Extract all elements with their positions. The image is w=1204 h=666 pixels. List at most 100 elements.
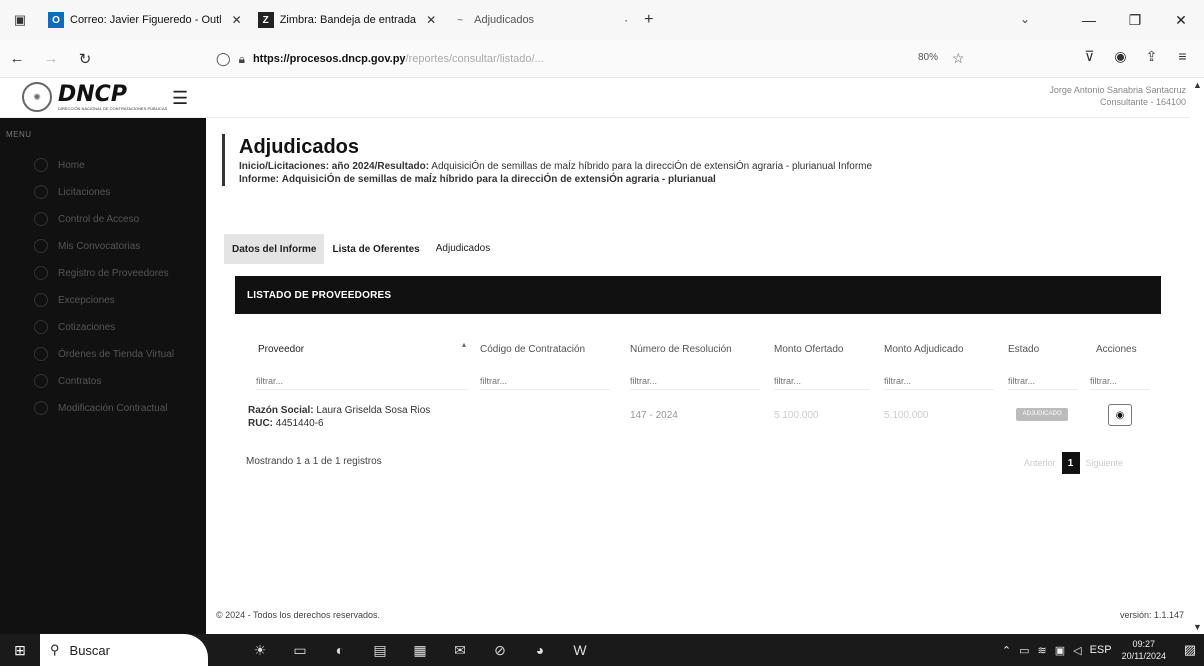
tab-list-icon[interactable]: ▣ bbox=[0, 12, 40, 28]
tab-adjudicados[interactable]: Adjudicados bbox=[427, 234, 499, 264]
bookmark-star-icon[interactable]: ☆ bbox=[952, 50, 965, 67]
back-icon[interactable]: ← bbox=[0, 50, 34, 67]
filter-proveedor[interactable] bbox=[256, 372, 468, 390]
pager-next[interactable]: Siguiente bbox=[1086, 458, 1124, 468]
mail-icon[interactable]: ✉ bbox=[440, 642, 480, 659]
browser-nav-bar: ← → ↻ ◯ 🔒︎ https://procesos.dncp.gov.py … bbox=[0, 40, 1204, 78]
col-codigo[interactable]: Código de Contratación bbox=[480, 344, 585, 355]
sidebar-item-ordenes[interactable]: Órdenes de Tienda Virtual bbox=[34, 347, 174, 361]
edge-icon[interactable]: ◐ bbox=[320, 642, 360, 658]
informe-label: Informe: bbox=[239, 174, 279, 185]
circle-icon bbox=[34, 185, 48, 199]
tab-zimbra[interactable]: Z Zimbra: Bandeja de entrada ✕ bbox=[250, 0, 444, 40]
sidebar-item-licitaciones[interactable]: Licitaciones bbox=[34, 185, 110, 199]
shield-icon: ◯ bbox=[216, 51, 231, 66]
url-bar[interactable]: ◯ 🔒︎ https://procesos.dncp.gov.py /repor… bbox=[216, 46, 976, 72]
sidebar-item-contratos[interactable]: Contratos bbox=[34, 374, 101, 388]
account-icon[interactable]: ◉ bbox=[1105, 48, 1136, 65]
sidebar-item-registro-proveedores[interactable]: Registro de Proveedores bbox=[34, 266, 169, 280]
filter-monto-ofertado[interactable] bbox=[774, 372, 870, 390]
filter-estado[interactable] bbox=[1008, 372, 1078, 390]
file-explorer-icon[interactable]: ▤ bbox=[360, 642, 400, 659]
restore-icon[interactable]: ❐ bbox=[1112, 12, 1158, 29]
col-estado[interactable]: Estado bbox=[1008, 344, 1039, 355]
breadcrumb-rest: AdquisiciÓn de semillas de maÍz híbrido … bbox=[431, 161, 873, 172]
battery-icon[interactable]: ▭ bbox=[1019, 644, 1029, 657]
footer-copyright: © 2024 - Todos los derechos reservados. bbox=[216, 610, 381, 620]
windows-start-icon[interactable]: ⊞ bbox=[0, 642, 40, 659]
tab-adjudicados[interactable]: ~ Adjudicados · bbox=[444, 0, 636, 40]
word-icon[interactable]: W bbox=[560, 642, 600, 658]
tab-outlook[interactable]: O Correo: Javier Figueredo - Outl ✕ bbox=[40, 0, 250, 40]
tab-dropdown-icon[interactable]: ⌄ bbox=[1020, 12, 1030, 26]
informe-line: Informe: AdquisiciÓn de semillas de maÍz… bbox=[239, 173, 872, 186]
chevron-up-icon[interactable]: ⌃ bbox=[1002, 644, 1011, 657]
store-icon[interactable]: ▦ bbox=[400, 642, 440, 659]
cell-monto-ofertado: 5.100.000 bbox=[774, 410, 819, 421]
sidebar-item-modificacion[interactable]: Modificación Contractual bbox=[34, 401, 168, 415]
ruc-label: RUC: bbox=[248, 418, 273, 429]
weather-icon[interactable]: ☀ bbox=[240, 642, 280, 659]
close-window-icon[interactable]: ✕ bbox=[1158, 12, 1204, 29]
col-proveedor[interactable]: Proveedor bbox=[258, 344, 304, 355]
reload-icon[interactable]: ↻ bbox=[68, 50, 102, 68]
sidebar-item-home[interactable]: Home bbox=[34, 158, 85, 172]
lock-icon: 🔒︎ bbox=[238, 51, 245, 66]
notifications-icon[interactable]: ▨ bbox=[1176, 642, 1204, 658]
clock[interactable]: 09:27 20/11/2024 bbox=[1122, 638, 1166, 662]
sort-icon[interactable]: ▴ bbox=[462, 340, 466, 349]
sidebar-item-label: Home bbox=[58, 159, 85, 171]
tab-lista-oferentes[interactable]: Lista de Oferentes bbox=[324, 234, 427, 264]
close-icon[interactable]: · bbox=[624, 13, 628, 27]
filter-codigo[interactable] bbox=[480, 372, 610, 390]
pager-prev[interactable]: Anterior bbox=[1024, 458, 1056, 468]
col-monto-ofertado[interactable]: Monto Ofertado bbox=[774, 344, 843, 355]
sidebar-item-cotizaciones[interactable]: Cotizaciones bbox=[34, 320, 115, 334]
sidebar-item-convocatorias[interactable]: Mis Convocatorias bbox=[34, 239, 140, 253]
zoom-level[interactable]: 80% bbox=[918, 52, 938, 63]
filter-acciones[interactable] bbox=[1090, 372, 1150, 390]
page-scrollbar[interactable]: ▲ ▼ bbox=[1190, 78, 1204, 634]
language-indicator[interactable]: ESP bbox=[1090, 644, 1112, 656]
razon-label: Razón Social: bbox=[248, 405, 314, 416]
browser-icon[interactable]: ⊘ bbox=[480, 642, 520, 659]
taskbar-search[interactable]: ⚲ Buscar bbox=[40, 634, 208, 666]
close-icon[interactable]: ✕ bbox=[426, 13, 436, 27]
sidebar-item-label: Mis Convocatorias bbox=[58, 240, 141, 252]
user-name: Jorge Antonio Sanabria Santacruz bbox=[1049, 85, 1186, 95]
scroll-down-icon[interactable]: ▼ bbox=[1193, 622, 1202, 632]
extensions-icon[interactable]: ⇪ bbox=[1136, 48, 1167, 65]
tab-adjudicados-label: Adjudicados bbox=[474, 14, 535, 26]
pager-page-1[interactable]: 1 bbox=[1061, 452, 1080, 474]
breadcrumb-prefix[interactable]: Inicio/Licitaciones: año 2024/Resultado: bbox=[239, 161, 429, 172]
sidebar-item-excepciones[interactable]: Excepciones bbox=[34, 293, 115, 307]
view-button[interactable]: ◉ bbox=[1108, 404, 1132, 426]
wifi-icon[interactable]: ≋ bbox=[1038, 644, 1047, 657]
url-path: /reportes/consultar/listado/... bbox=[405, 53, 544, 65]
network-icon[interactable]: ▣ bbox=[1055, 644, 1065, 657]
sidebar-item-control-acceso[interactable]: Control de Acceso bbox=[34, 212, 139, 226]
panel-title: LISTADO DE PROVEEDORES bbox=[235, 276, 1161, 314]
filter-resolucion[interactable] bbox=[630, 372, 760, 390]
dncp-logo[interactable]: ✺ DNCP DIRECCIÓN NACIONAL DE CONTRATACIO… bbox=[22, 82, 167, 112]
close-icon[interactable]: ✕ bbox=[232, 13, 242, 27]
firefox-icon[interactable]: ◕ bbox=[520, 642, 560, 658]
sidebar-item-label: Modificación Contractual bbox=[58, 402, 168, 414]
forward-icon[interactable]: → bbox=[34, 50, 68, 67]
col-resolucion[interactable]: Número de Resolución bbox=[630, 344, 732, 355]
user-info[interactable]: Jorge Antonio Sanabria Santacruz Consult… bbox=[1049, 84, 1186, 108]
col-monto-adjudicado[interactable]: Monto Adjudicado bbox=[884, 344, 964, 355]
hamburger-menu-icon[interactable]: ☰ bbox=[172, 88, 188, 109]
minimize-icon[interactable]: — bbox=[1066, 12, 1112, 28]
filter-monto-adjudicado[interactable] bbox=[884, 372, 994, 390]
cell-monto-adjudicado: 5.100.000 bbox=[884, 410, 929, 421]
task-view-icon[interactable]: ▭ bbox=[280, 642, 320, 659]
app-menu-icon[interactable]: ≡ bbox=[1167, 48, 1198, 65]
tab-zimbra-label: Zimbra: Bandeja de entrada bbox=[279, 14, 417, 26]
eye-icon: ◉ bbox=[1115, 409, 1125, 421]
volume-icon[interactable]: ◁ bbox=[1073, 644, 1081, 657]
new-tab-icon[interactable]: + bbox=[644, 11, 653, 29]
tab-datos-informe[interactable]: Datos del Informe bbox=[224, 234, 325, 264]
scroll-up-icon[interactable]: ▲ bbox=[1193, 80, 1202, 90]
pocket-icon[interactable]: ⊽ bbox=[1074, 48, 1105, 65]
